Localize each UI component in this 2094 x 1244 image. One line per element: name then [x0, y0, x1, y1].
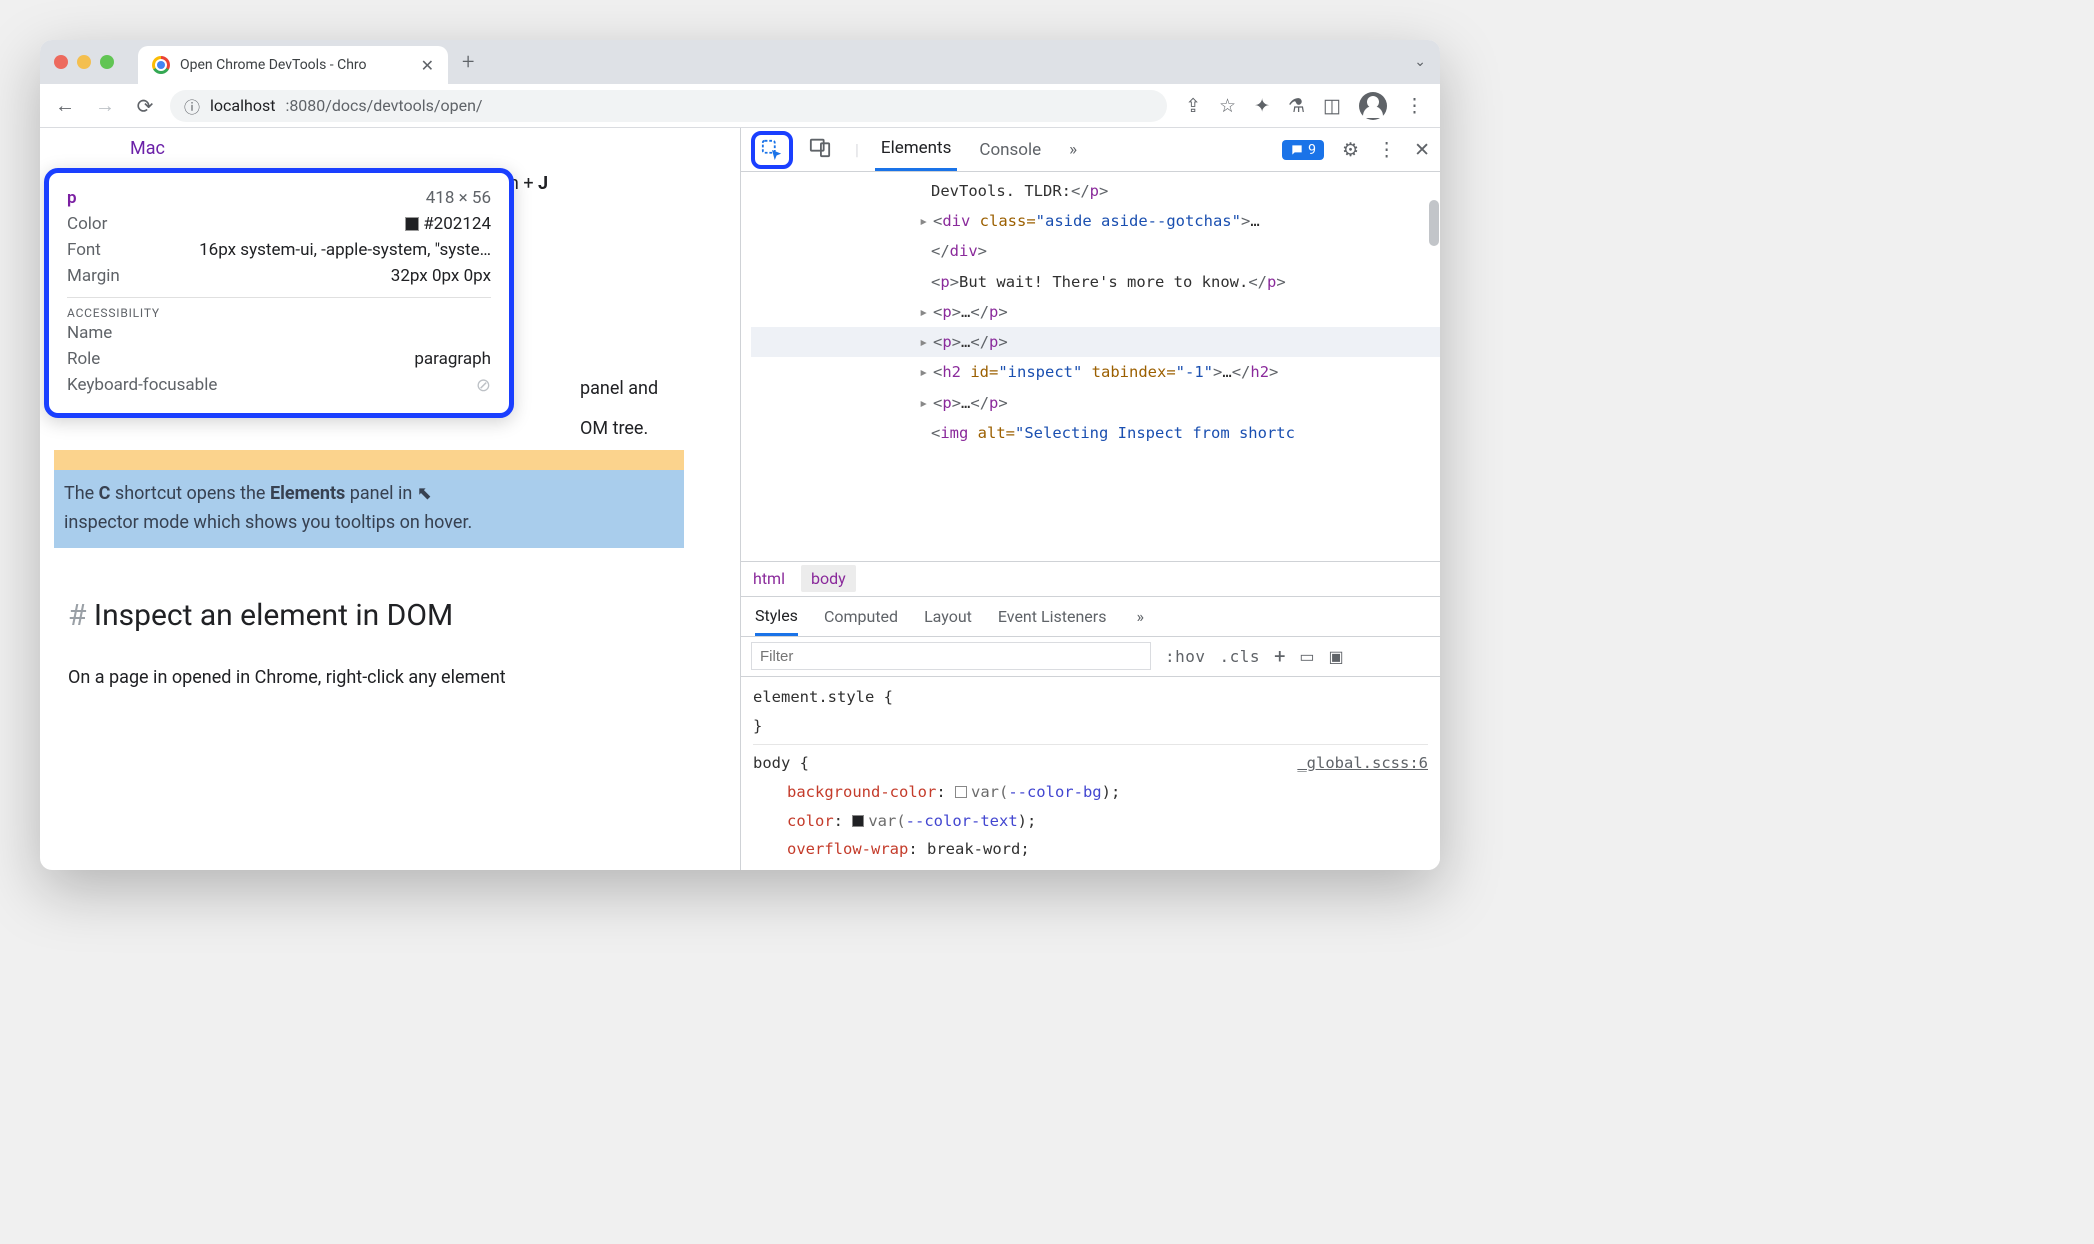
- toolbar-actions: ⇪ ☆ ✦ ⚗ ◫ ⋮: [1185, 92, 1424, 120]
- tooltip-dimensions: 418 × 56: [426, 188, 491, 208]
- url-host: localhost: [210, 96, 275, 115]
- tooltip-color-value: #202124: [423, 214, 491, 234]
- inspect-element-button[interactable]: [751, 131, 793, 169]
- partial-text: panel and: [580, 378, 658, 399]
- color-swatch-icon: [405, 217, 419, 231]
- breadcrumb-body[interactable]: body: [801, 565, 856, 592]
- scrollbar-thumb[interactable]: [1429, 200, 1439, 246]
- styles-tabs-overflow[interactable]: »: [1136, 607, 1144, 626]
- forward-button[interactable]: →: [90, 91, 120, 121]
- profile-avatar[interactable]: [1359, 92, 1387, 120]
- styles-pane-tabs: Styles Computed Layout Event Listeners »: [741, 597, 1440, 637]
- dom-tree[interactable]: DevTools. TLDR:</p> ▸<div class="aside a…: [741, 172, 1440, 561]
- share-icon[interactable]: ⇪: [1185, 94, 1201, 117]
- devtools-tabbar: | Elements Console » 9 ⚙ ⋮ ✕: [741, 128, 1440, 172]
- tooltip-role-label: Role: [67, 349, 100, 369]
- devtools-close-button[interactable]: ✕: [1414, 138, 1430, 161]
- tooltip-margin-label: Margin: [67, 266, 120, 286]
- sidepanel-icon[interactable]: ◫: [1323, 94, 1341, 117]
- dom-breadcrumb[interactable]: html body: [741, 561, 1440, 597]
- tab-console[interactable]: Console: [973, 130, 1047, 170]
- url-path: :8080/docs/devtools/open/: [285, 96, 482, 115]
- tab-layout[interactable]: Layout: [924, 607, 972, 626]
- tabs-overflow-button[interactable]: »: [1063, 130, 1083, 170]
- page-heading: # Inspect an element in DOM: [68, 598, 684, 633]
- tooltip-tag: p: [67, 188, 77, 208]
- page-viewport: Mac Option + C Option + J panel and OM t…: [40, 128, 740, 870]
- window-zoom-button[interactable]: [100, 55, 114, 69]
- chrome-menu-button[interactable]: ⋮: [1405, 94, 1424, 117]
- tab-title: Open Chrome DevTools - Chro: [180, 57, 367, 73]
- margin-highlight: [54, 450, 684, 470]
- extensions-icon[interactable]: ✦: [1254, 94, 1270, 117]
- tooltip-role-value: paragraph: [414, 349, 491, 369]
- browser-tab[interactable]: Open Chrome DevTools - Chro ✕: [138, 46, 448, 84]
- tooltip-name-label: Name: [67, 323, 112, 343]
- chrome-window: Open Chrome DevTools - Chro ✕ + ⌄ ← → ⟳ …: [40, 40, 1440, 870]
- tab-styles[interactable]: Styles: [755, 606, 798, 636]
- devtools-panel: | Elements Console » 9 ⚙ ⋮ ✕ DevTools. T…: [740, 128, 1440, 870]
- breadcrumb-html[interactable]: html: [753, 569, 785, 588]
- tab-event-listeners[interactable]: Event Listeners: [998, 607, 1107, 626]
- paint-flashes-icon[interactable]: ▭: [1299, 647, 1314, 666]
- computed-sidebar-icon[interactable]: ▣: [1329, 647, 1344, 666]
- tooltip-color-label: Color: [67, 214, 107, 234]
- tooltip-a11y-heading: ACCESSIBILITY: [67, 297, 491, 320]
- styles-filter-input[interactable]: [751, 642, 1151, 670]
- dom-selected-node: ▸<p>…</p>: [751, 327, 1440, 357]
- rule-source-link[interactable]: _global.scss:6: [1297, 749, 1428, 778]
- tab-elements[interactable]: Elements: [875, 128, 957, 171]
- inspect-glyph-icon: ⬉: [417, 483, 432, 504]
- color-swatch-icon[interactable]: [852, 815, 864, 827]
- tooltip-margin-value: 32px 0px 0px: [391, 266, 491, 286]
- page-paragraph: On a page in opened in Chrome, right-cli…: [68, 667, 670, 688]
- os-label: Mac: [130, 138, 740, 159]
- browser-toolbar: ← → ⟳ ⓘ localhost :8080/docs/devtools/ope…: [40, 84, 1440, 128]
- site-info-icon[interactable]: ⓘ: [184, 94, 200, 118]
- device-toolbar-button[interactable]: [809, 136, 831, 163]
- element-highlight: The C shortcut opens the Elements panel …: [54, 470, 684, 548]
- address-bar[interactable]: ⓘ localhost :8080/docs/devtools/open/: [170, 90, 1167, 122]
- not-focusable-icon: ⊘: [476, 375, 491, 396]
- reload-button[interactable]: ⟳: [130, 91, 160, 121]
- labs-icon[interactable]: ⚗: [1288, 94, 1305, 117]
- back-button[interactable]: ←: [50, 91, 80, 121]
- window-traffic-lights: [54, 55, 114, 69]
- tabs-dropdown-button[interactable]: ⌄: [1414, 54, 1426, 70]
- chrome-favicon-icon: [152, 56, 170, 74]
- devtools-menu-button[interactable]: ⋮: [1377, 138, 1396, 161]
- new-style-rule-button[interactable]: +: [1274, 644, 1285, 668]
- tab-computed[interactable]: Computed: [824, 607, 898, 626]
- inspector-tooltip: p 418 × 56 Color #202124 Font 16px syste…: [44, 168, 514, 418]
- issues-badge[interactable]: 9: [1282, 140, 1324, 160]
- window-close-button[interactable]: [54, 55, 68, 69]
- window-minimize-button[interactable]: [77, 55, 91, 69]
- tab-close-button[interactable]: ✕: [421, 56, 434, 75]
- new-tab-button[interactable]: +: [462, 50, 474, 75]
- cls-toggle[interactable]: .cls: [1220, 647, 1261, 666]
- hov-toggle[interactable]: :hov: [1165, 647, 1206, 666]
- tooltip-font-label: Font: [67, 240, 101, 260]
- settings-icon[interactable]: ⚙: [1342, 138, 1359, 161]
- tooltip-keyboard-label: Keyboard-focusable: [67, 375, 217, 396]
- color-swatch-icon[interactable]: [955, 786, 967, 798]
- tooltip-font-value: 16px system-ui, -apple-system, "syste…: [199, 240, 491, 260]
- window-titlebar: Open Chrome DevTools - Chro ✕ + ⌄: [40, 40, 1440, 84]
- styles-filter-bar: :hov .cls + ▭ ▣: [741, 637, 1440, 677]
- bookmark-icon[interactable]: ☆: [1219, 94, 1236, 117]
- styles-rules[interactable]: element.style { } _global.scss:6 body { …: [741, 677, 1440, 870]
- partial-text: OM tree.: [580, 418, 648, 439]
